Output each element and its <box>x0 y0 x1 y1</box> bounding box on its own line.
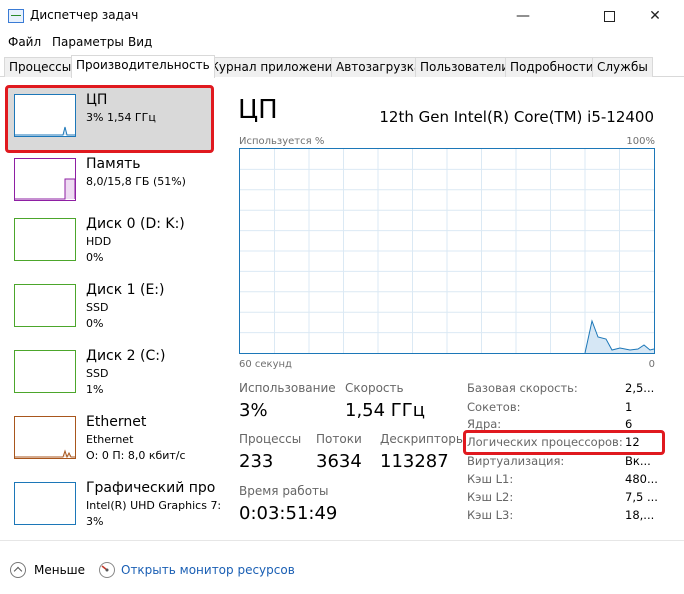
sidebar-item-label: Диск 2 (C:) <box>86 348 166 364</box>
tab-startup[interactable]: Автозагрузка <box>331 57 427 77</box>
close-button[interactable]: ✕ <box>632 0 678 32</box>
info-cache-l2-label: Кэш L2: <box>467 490 514 504</box>
info-cores-value: 6 <box>625 417 633 431</box>
sidebar-item-label: Ethernet <box>86 414 147 430</box>
open-resource-monitor-link[interactable]: Открыть монитор ресурсов <box>121 563 295 577</box>
sidebar-item-label: Диск 1 (E:) <box>86 282 165 298</box>
graph-label-usage: Используется % <box>239 136 325 147</box>
sidebar-item-detail: 8,0/15,8 ГБ (51%) <box>86 175 186 188</box>
info-base-speed-label: Базовая скорость: <box>467 381 578 395</box>
tab-processes[interactable]: Процессы <box>4 57 77 77</box>
uptime-label: Время работы <box>239 484 329 498</box>
menu-bar: Файл Параметры Вид <box>0 32 684 54</box>
speed-label: Скорость <box>345 381 404 395</box>
speed-value: 1,54 ГГц <box>345 400 426 421</box>
sidebar-item-usage: О: 0 П: 8,0 кбит/с <box>86 449 186 462</box>
cpu-model-name: 12th Gen Intel(R) Core(TM) i5-12400 <box>379 108 654 126</box>
menu-file[interactable]: Файл <box>8 35 41 49</box>
tab-bar: Процессы Производительность Журнал прило… <box>0 55 684 78</box>
disk-thumbnail <box>14 350 76 393</box>
maximize-button[interactable] <box>586 0 632 32</box>
cpu-highlight-box <box>5 85 214 153</box>
sidebar-item-disk-1[interactable]: Диск 1 (E:) SSD 0% <box>6 278 212 342</box>
minimize-button[interactable]: — <box>500 0 546 32</box>
sidebar-item-usage: 3% <box>86 515 104 528</box>
tab-app-history[interactable]: Журнал приложений <box>201 57 346 77</box>
handles-label: Дескрипторы <box>380 432 466 446</box>
tab-services[interactable]: Службы <box>592 57 653 77</box>
tab-users[interactable]: Пользователи <box>415 57 515 77</box>
menu-options[interactable]: Параметры <box>52 35 124 49</box>
graph-label-time: 60 секунд <box>239 359 292 370</box>
fewer-details-button[interactable]: Меньше <box>34 563 85 577</box>
sidebar-item-usage: 0% <box>86 317 104 330</box>
sidebar-item-detail: Intel(R) UHD Graphics 7: <box>86 499 222 512</box>
sidebar-item-detail: SSD <box>86 367 109 380</box>
usage-label: Использование <box>239 381 336 395</box>
threads-value: 3634 <box>316 451 362 472</box>
graph-label-zero: 0 <box>648 359 655 370</box>
info-base-speed-value: 2,5... <box>625 381 655 395</box>
info-cores-label: Ядра: <box>467 417 502 431</box>
sidebar-item-label: Диск 0 (D: K:) <box>86 216 185 232</box>
maximize-icon <box>603 10 615 22</box>
sidebar-item-label: Память <box>86 156 141 172</box>
info-sockets-label: Сокетов: <box>467 400 521 414</box>
sidebar-item-usage: 1% <box>86 383 104 396</box>
info-virtualization-label: Виртуализация: <box>467 454 565 468</box>
info-virtualization-value: Вк... <box>625 454 651 468</box>
info-sockets-value: 1 <box>625 400 633 414</box>
disk-thumbnail <box>14 218 76 261</box>
tab-performance[interactable]: Производительность <box>71 55 215 78</box>
title-bar: Диспетчер задач — ✕ <box>0 0 684 32</box>
handles-value: 113287 <box>380 451 449 472</box>
sidebar-item-detail: HDD <box>86 235 112 248</box>
sidebar-item-label: Графический про <box>86 480 216 496</box>
disk-thumbnail <box>14 284 76 327</box>
cpu-usage-graph <box>239 148 655 354</box>
sidebar-item-detail: SSD <box>86 301 109 314</box>
info-cache-l1-value: 480... <box>625 472 658 486</box>
resource-monitor-icon <box>98 561 116 579</box>
sidebar-item-ethernet[interactable]: Ethernet Ethernet О: 0 П: 8,0 кбит/с <box>6 410 212 474</box>
menu-view[interactable]: Вид <box>128 35 152 49</box>
task-manager-icon <box>8 9 24 23</box>
logical-processors-highlight-box <box>463 430 665 455</box>
processes-value: 233 <box>239 451 274 472</box>
info-cache-l3-value: 18,... <box>625 508 655 522</box>
sidebar-item-detail: Ethernet <box>86 433 134 446</box>
usage-value: 3% <box>239 400 268 421</box>
sidebar-item-memory[interactable]: Память 8,0/15,8 ГБ (51%) <box>6 152 212 216</box>
tab-details[interactable]: Подробности <box>505 57 599 77</box>
footer-bar: Меньше Открыть монитор ресурсов <box>0 540 684 594</box>
ethernet-thumbnail <box>14 416 76 459</box>
sidebar-item-disk-2[interactable]: Диск 2 (C:) SSD 1% <box>6 344 212 408</box>
threads-label: Потоки <box>316 432 362 446</box>
processes-label: Процессы <box>239 432 302 446</box>
window-title: Диспетчер задач <box>30 8 139 22</box>
graph-label-max: 100% <box>626 136 655 147</box>
info-cache-l1-label: Кэш L1: <box>467 472 514 486</box>
memory-thumbnail <box>14 158 76 201</box>
sidebar-item-usage: 0% <box>86 251 104 264</box>
page-title: ЦП <box>238 95 278 125</box>
gpu-thumbnail <box>14 482 76 525</box>
sidebar-item-disk-0[interactable]: Диск 0 (D: K:) HDD 0% <box>6 212 212 276</box>
info-cache-l2-value: 7,5 ... <box>625 490 658 504</box>
uptime-value: 0:03:51:49 <box>239 503 338 524</box>
chevron-up-icon[interactable] <box>10 562 26 578</box>
sidebar-item-gpu[interactable]: Графический про Intel(R) UHD Graphics 7:… <box>6 476 221 540</box>
info-cache-l3-label: Кэш L3: <box>467 508 514 522</box>
